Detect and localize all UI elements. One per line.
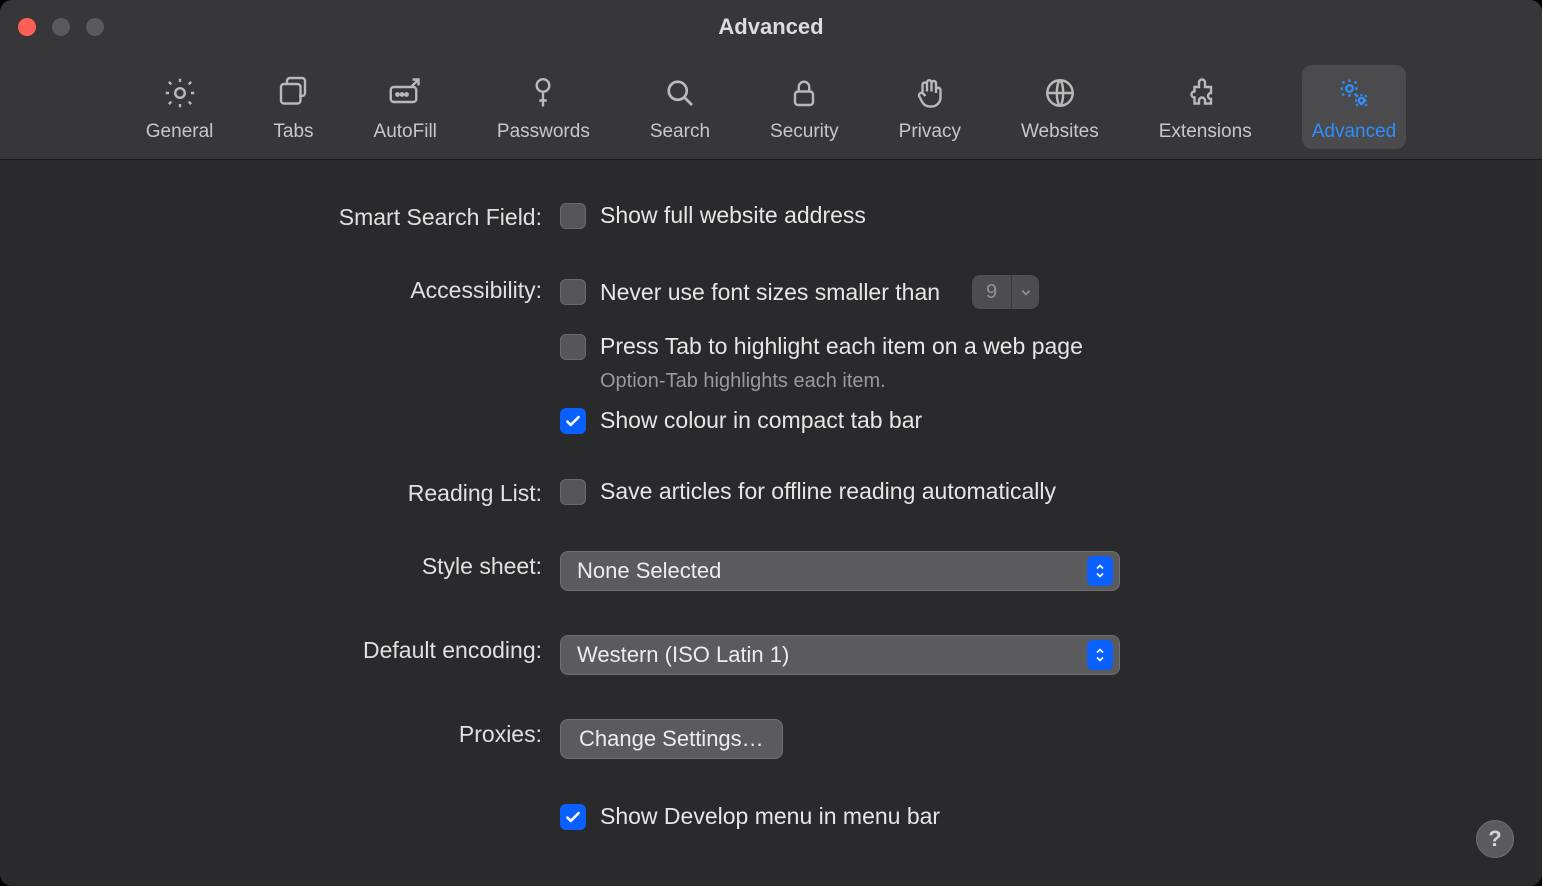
tab-privacy[interactable]: Privacy xyxy=(889,65,971,149)
tab-label: Advanced xyxy=(1312,121,1397,143)
preferences-toolbar: General Tabs AutoFill Passwords xyxy=(0,65,1542,149)
tab-label: General xyxy=(146,121,214,143)
preferences-window: Advanced General Tabs AutoFill xyxy=(0,0,1542,886)
tab-extensions[interactable]: Extensions xyxy=(1149,65,1262,149)
min-font-label: Never use font sizes smaller than xyxy=(600,279,940,306)
tab-highlight-checkbox[interactable] xyxy=(560,334,586,360)
tab-passwords[interactable]: Passwords xyxy=(487,65,600,149)
tab-label: Passwords xyxy=(497,121,590,143)
content-area: Smart Search Field: Show full website ad… xyxy=(0,160,1542,830)
min-font-value: 9 xyxy=(972,281,1011,304)
tab-label: Search xyxy=(650,121,710,143)
change-settings-label: Change Settings… xyxy=(579,726,764,752)
popup-arrows-icon xyxy=(1087,640,1113,670)
tab-websites[interactable]: Websites xyxy=(1011,65,1109,149)
proxies-label: Proxies: xyxy=(0,719,560,748)
window-controls xyxy=(18,18,104,36)
help-button[interactable]: ? xyxy=(1476,820,1514,858)
develop-spacer xyxy=(0,803,560,805)
tab-autofill[interactable]: AutoFill xyxy=(364,65,447,149)
help-glyph: ? xyxy=(1488,826,1501,852)
tab-label: Websites xyxy=(1021,121,1099,143)
puzzle-icon xyxy=(1185,73,1225,113)
develop-menu-checkbox[interactable] xyxy=(560,804,586,830)
default-encoding-label: Default encoding: xyxy=(0,635,560,664)
titlebar: Advanced General Tabs AutoFill xyxy=(0,0,1542,160)
save-offline-label: Save articles for offline reading automa… xyxy=(600,478,1056,505)
hand-icon xyxy=(910,73,950,113)
gears-icon xyxy=(1334,73,1374,113)
tab-label: Security xyxy=(770,121,839,143)
tabs-icon xyxy=(273,73,313,113)
tab-label: Privacy xyxy=(899,121,961,143)
tab-search[interactable]: Search xyxy=(640,65,720,149)
style-sheet-value: None Selected xyxy=(577,558,721,584)
style-sheet-popup[interactable]: None Selected xyxy=(560,551,1120,591)
tab-label: AutoFill xyxy=(374,121,437,143)
tab-tabs[interactable]: Tabs xyxy=(263,65,323,149)
tab-security[interactable]: Security xyxy=(760,65,849,149)
minimize-window-button[interactable] xyxy=(52,18,70,36)
key-icon xyxy=(523,73,563,113)
change-settings-button[interactable]: Change Settings… xyxy=(560,719,783,759)
compact-color-checkbox[interactable] xyxy=(560,408,586,434)
min-font-checkbox[interactable] xyxy=(560,279,586,305)
smart-search-label: Smart Search Field: xyxy=(0,202,560,231)
globe-icon xyxy=(1040,73,1080,113)
tab-highlight-label: Press Tab to highlight each item on a we… xyxy=(600,333,1083,360)
close-window-button[interactable] xyxy=(18,18,36,36)
tab-label: Tabs xyxy=(273,121,313,143)
accessibility-label: Accessibility: xyxy=(0,275,560,304)
tab-highlight-hint: Option-Tab highlights each item. xyxy=(600,370,1083,393)
search-icon xyxy=(660,73,700,113)
develop-menu-label: Show Develop menu in menu bar xyxy=(600,803,940,830)
default-encoding-value: Western (ISO Latin 1) xyxy=(577,642,789,668)
tab-advanced[interactable]: Advanced xyxy=(1302,65,1407,149)
save-offline-checkbox[interactable] xyxy=(560,479,586,505)
default-encoding-popup[interactable]: Western (ISO Latin 1) xyxy=(560,635,1120,675)
show-full-address-checkbox[interactable] xyxy=(560,203,586,229)
lock-icon xyxy=(784,73,824,113)
style-sheet-label: Style sheet: xyxy=(0,551,560,580)
zoom-window-button[interactable] xyxy=(86,18,104,36)
popup-arrows-icon xyxy=(1087,556,1113,586)
window-title: Advanced xyxy=(0,0,1542,40)
compact-color-label: Show colour in compact tab bar xyxy=(600,407,922,434)
gear-icon xyxy=(160,73,200,113)
tab-label: Extensions xyxy=(1159,121,1252,143)
chevron-down-icon[interactable] xyxy=(1011,275,1039,309)
autofill-icon xyxy=(385,73,425,113)
min-font-stepper[interactable]: 9 xyxy=(972,275,1039,309)
tab-general[interactable]: General xyxy=(136,65,224,149)
show-full-address-label: Show full website address xyxy=(600,202,866,229)
reading-list-label: Reading List: xyxy=(0,478,560,507)
